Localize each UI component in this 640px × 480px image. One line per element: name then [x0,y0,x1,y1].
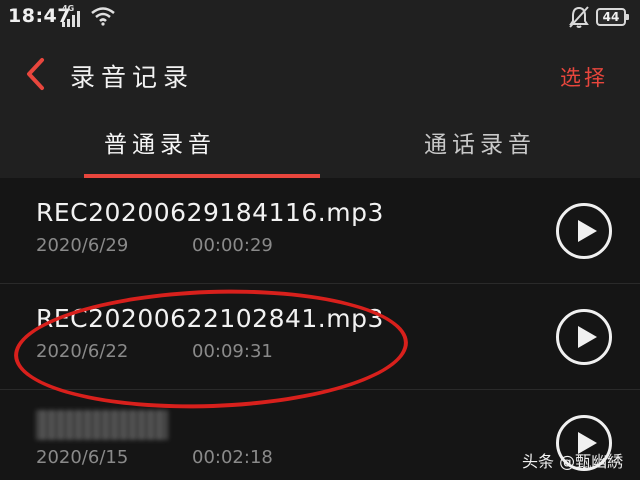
recording-date: 2020/6/15 [36,447,129,468]
app-header: 录音记录 选择 [0,36,640,112]
recording-name: REC20200622102841.mp3 [36,304,384,333]
page-title: 录音记录 [70,63,195,92]
tab-call-recordings[interactable]: 通话录音 [320,112,640,178]
recording-duration: 00:00:29 [192,235,273,256]
tab-bar: 普通录音 通话录音 [0,112,640,178]
watermark: 头条 @甄幽綉 [522,452,624,471]
wifi-icon [91,7,115,26]
recording-duration: 00:02:18 [192,447,273,468]
play-icon [578,326,597,348]
redacted-recording-name [36,410,168,440]
select-button[interactable]: 选择 [560,62,608,92]
silent-mode-icon [569,6,589,28]
recording-list: REC20200629184116.mp3 2020/6/29 00:00:29… [0,178,640,480]
list-item[interactable]: REC20200622102841.mp3 2020/6/22 00:09:31 [0,284,640,390]
back-arrow-icon[interactable] [22,56,52,92]
recording-date: 2020/6/29 [36,235,129,256]
recording-duration: 00:09:31 [192,341,273,362]
battery-icon: 44 [596,8,629,26]
status-bar: 18:47 4G 44 [0,0,640,36]
recording-date: 2020/6/22 [36,341,129,362]
play-icon [578,220,597,242]
signal-icon [62,11,80,27]
recording-name: REC20200629184116.mp3 [36,198,384,227]
tab-normal-recordings[interactable]: 普通录音 [0,112,320,178]
play-button[interactable] [556,309,612,365]
screen: 18:47 4G 44 录音记录 选择 普通录音 通话录音 REC2020062… [0,0,640,480]
play-button[interactable] [556,203,612,259]
list-item[interactable]: REC20200629184116.mp3 2020/6/29 00:00:29 [0,178,640,284]
